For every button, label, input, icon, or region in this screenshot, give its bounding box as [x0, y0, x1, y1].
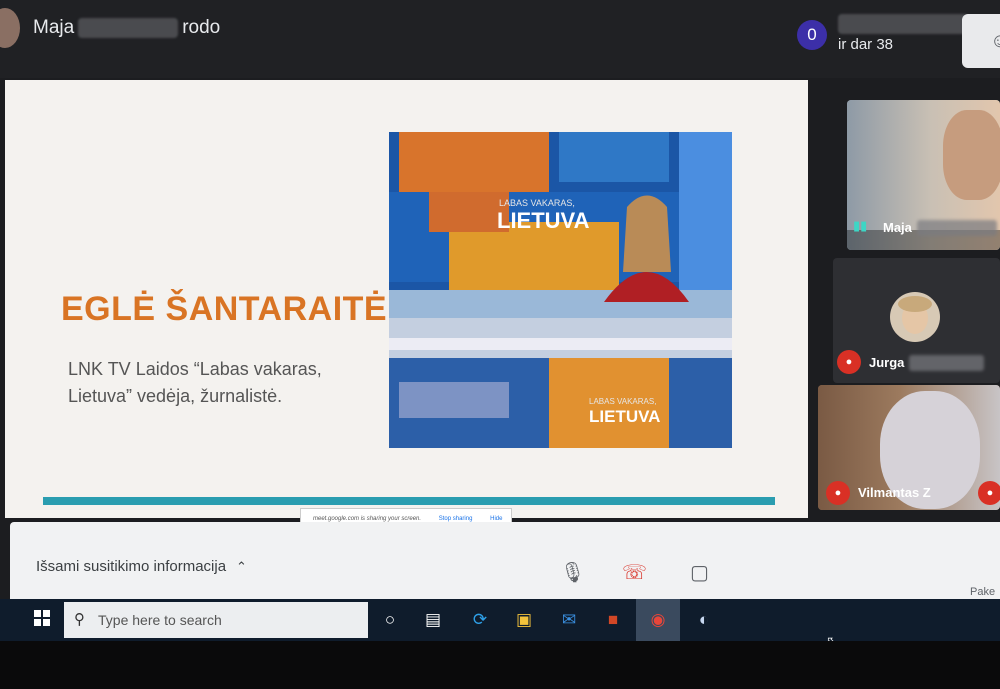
- slide-title: EGLĖ ŠANTARAITĖ: [61, 290, 388, 328]
- participant-face: [943, 110, 1000, 200]
- presentation-slide: EGLĖ ŠANTARAITĖ LNK TV Laidos “Labas vak…: [5, 80, 808, 518]
- search-placeholder: Type here to search: [98, 612, 222, 628]
- chrome-icon[interactable]: ◉: [646, 608, 670, 632]
- camera-button[interactable]: ▢: [690, 560, 709, 585]
- tv-studio-image: LABAS VAKARAS, LIETUVA LABAS VAKARAS, LI…: [389, 132, 732, 448]
- monitor-bezel: [0, 641, 1000, 689]
- redacted-surname: [917, 220, 997, 236]
- presenter-avatar: [0, 8, 20, 48]
- top-bar: Maja rodo 0 ir dar 38 ☺: [0, 0, 1000, 78]
- slide-photo-tv-studio: LABAS VAKARAS, LIETUVA LABAS VAKARAS, LI…: [389, 132, 732, 448]
- presenter-label: Maja rodo: [33, 17, 220, 39]
- photo-logo-reflection-big: LIETUVA: [589, 407, 660, 426]
- meeting-controls-bar: Išsami susitikimo informacija ⌃ 🎙 ☏ ▢ Pak…: [10, 522, 1000, 606]
- presenter-name-start: Maja: [33, 17, 75, 38]
- file-explorer-icon[interactable]: ▣: [512, 608, 536, 632]
- windows-start-button[interactable]: [34, 610, 50, 626]
- mic-off-icon: ●: [837, 350, 861, 374]
- mail-icon[interactable]: ✉: [557, 608, 581, 632]
- meeting-details-toggle[interactable]: Išsami susitikimo informacija ⌃: [36, 558, 247, 575]
- edge-icon[interactable]: ⟳: [468, 608, 492, 632]
- slide-body: LNK TV Laidos “Labas vakaras, Lietuva” v…: [68, 359, 322, 406]
- search-icon: ⚲: [74, 611, 85, 628]
- participant-tile-maja[interactable]: ▮▮ Maja: [847, 100, 1000, 250]
- participant-avatar-badge[interactable]: 0: [797, 20, 827, 50]
- redacted-participant-name: [838, 14, 968, 34]
- participant-name: Maja: [883, 220, 912, 235]
- mic-off-icon: ●: [826, 481, 850, 505]
- meet-screen: Maja rodo 0 ir dar 38 ☺ EGLĖ ŠANTARAITĖ L…: [0, 0, 1000, 689]
- photo-logo-small: LABAS VAKARAS,: [499, 198, 575, 208]
- camera-icon: ▢: [690, 562, 709, 584]
- redacted-name: [78, 17, 179, 38]
- people-icon: ☺: [990, 30, 1000, 53]
- windows-taskbar: ⚲ Type here to search ○ ▤ ⟳ ▣ ✉ ■ ◉ ◐: [0, 599, 1000, 641]
- speaking-indicator-icon: ▮▮: [853, 218, 868, 233]
- participant-name: Vilmantas Z: [858, 485, 931, 500]
- taskbar-search-box[interactable]: ⚲ Type here to search: [64, 602, 368, 638]
- redacted-surname: [909, 355, 984, 371]
- participant-tile-vilmantas[interactable]: ● Vilmantas Z ●: [818, 385, 1000, 510]
- present-label-partial[interactable]: Pake: [970, 586, 995, 598]
- leave-call-button[interactable]: ☏: [622, 560, 647, 585]
- task-view-icon[interactable]: ▤: [421, 608, 445, 632]
- app-icon[interactable]: ◐: [692, 608, 716, 632]
- people-panel-button[interactable]: ☺: [962, 14, 1000, 68]
- powerpoint-icon[interactable]: ■: [601, 608, 625, 632]
- participant-name: Jurga: [869, 355, 905, 370]
- microphone-button[interactable]: 🎙: [560, 560, 585, 585]
- participants-more-count[interactable]: ir dar 38: [838, 36, 893, 53]
- photo-logo-reflection-small: LABAS VAKARAS,: [589, 397, 656, 406]
- presenter-name-end: rodo: [182, 17, 221, 38]
- cortana-icon[interactable]: ○: [378, 608, 402, 632]
- slide-accent-bar: [43, 497, 775, 505]
- microphone-icon: 🎙: [560, 562, 586, 584]
- chevron-up-icon: ⌃: [236, 559, 247, 574]
- photo-logo-big: LIETUVA: [497, 208, 590, 233]
- phone-hangup-icon: ☏: [622, 562, 648, 584]
- meeting-details-label: Išsami susitikimo informacija: [36, 558, 227, 575]
- jurga-avatar: [890, 292, 940, 342]
- mic-off-icon-next-tile: ●: [978, 481, 1000, 505]
